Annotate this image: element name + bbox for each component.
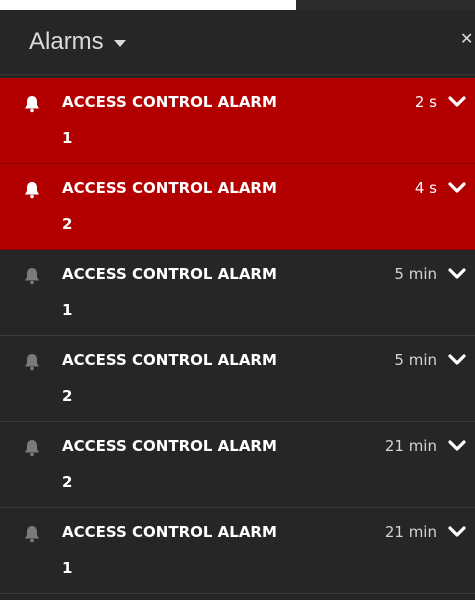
- alarm-name: ACCESS CONTROL ALARM 1: [62, 262, 352, 322]
- bell-icon: [25, 440, 39, 457]
- alarm-name: ACCESS CONTROL ALARM 1: [62, 90, 352, 150]
- chevron-down-icon[interactable]: [448, 95, 466, 109]
- alarm-title: ACCESS CONTROL ALARM: [62, 93, 277, 111]
- alarm-name: ACCESS CONTROL ALARM 2: [62, 176, 352, 236]
- alarm-row[interactable]: ACCESS CONTROL ALARM 2 5 min: [0, 336, 475, 422]
- alarm-title: ACCESS CONTROL ALARM: [62, 179, 277, 197]
- alarm-title: ACCESS CONTROL ALARM: [62, 523, 277, 541]
- alarm-number: 2: [62, 215, 73, 233]
- alarm-name: ACCESS CONTROL ALARM 1: [62, 520, 352, 580]
- alarm-row[interactable]: ACCESS CONTROL ALARM 2 21 min: [0, 422, 475, 508]
- bell-icon: [25, 526, 39, 543]
- chevron-down-icon[interactable]: [448, 353, 466, 367]
- alarm-row[interactable]: ACCESS CONTROL ALARM 1 21 min: [0, 508, 475, 594]
- alarm-row[interactable]: ACCESS CONTROL ALARM 1 5 min: [0, 250, 475, 336]
- alarm-age: 5 min: [394, 265, 437, 283]
- top-strip: [0, 0, 475, 10]
- alarms-panel: Alarms ✕ ACCESS CONTROL ALARM 1 2 s ACCESS …: [0, 10, 475, 600]
- caret-down-icon: [113, 39, 126, 47]
- alarm-row[interactable]: ACCESS CONTROL ALARM 2 4 s: [0, 164, 475, 250]
- tab-edge: [296, 0, 475, 10]
- alarm-number: 2: [62, 473, 73, 491]
- chevron-down-icon[interactable]: [448, 181, 466, 195]
- alarm-age: 4 s: [414, 179, 437, 197]
- alarm-title: ACCESS CONTROL ALARM: [62, 265, 277, 283]
- chevron-down-icon[interactable]: [448, 525, 466, 539]
- alarm-row[interactable]: ACCESS CONTROL ALARM 1 2 s: [0, 78, 475, 164]
- alarm-title: ACCESS CONTROL ALARM: [62, 351, 277, 369]
- alarm-number: 1: [62, 559, 73, 577]
- panel-header: Alarms ✕: [0, 10, 475, 75]
- bell-icon: [25, 182, 39, 199]
- alarm-name: ACCESS CONTROL ALARM 2: [62, 348, 352, 408]
- chevron-down-icon[interactable]: [448, 439, 466, 453]
- chevron-down-icon[interactable]: [448, 267, 466, 281]
- alarm-title: ACCESS CONTROL ALARM: [62, 437, 277, 455]
- alarm-name: ACCESS CONTROL ALARM 2: [62, 434, 352, 494]
- alarm-number: 1: [62, 129, 73, 147]
- alarms-menu-button[interactable]: Alarms: [29, 27, 126, 57]
- alarm-number: 1: [62, 301, 73, 319]
- alarm-number: 2: [62, 387, 73, 405]
- panel-title: Alarms: [29, 28, 104, 55]
- alarm-age: 21 min: [384, 437, 437, 455]
- alarm-age: 5 min: [394, 351, 437, 369]
- bell-icon: [25, 354, 39, 371]
- alarm-age: 21 min: [384, 523, 437, 541]
- alarm-age: 2 s: [414, 93, 437, 111]
- alarm-list: ACCESS CONTROL ALARM 1 2 s ACCESS CONTROL A…: [0, 78, 475, 594]
- bell-icon: [25, 268, 39, 285]
- close-icon[interactable]: ✕: [460, 30, 475, 48]
- bell-icon: [25, 96, 39, 113]
